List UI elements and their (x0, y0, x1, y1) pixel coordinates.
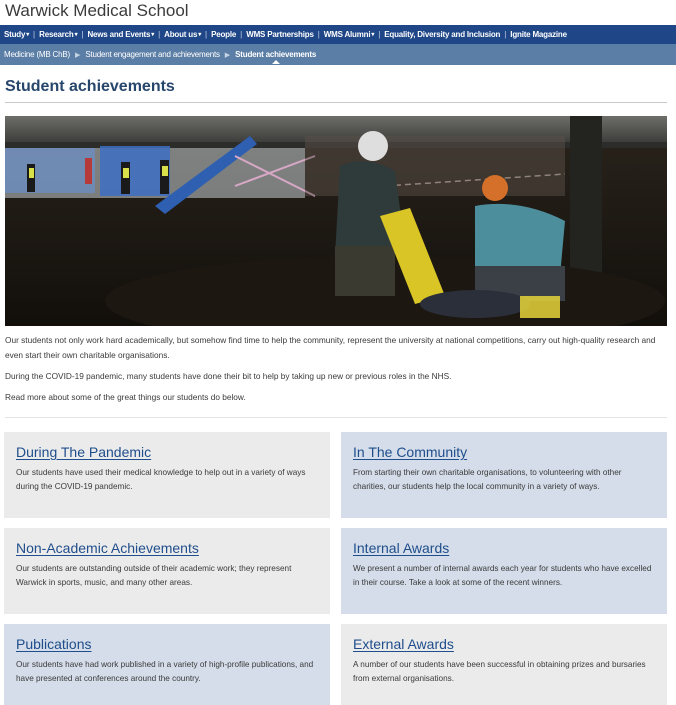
nav-item-ignite-magazine[interactable]: Ignite Magazine (510, 30, 567, 39)
chevron-down-icon: ▾ (198, 32, 202, 38)
nav-divider: | (504, 30, 507, 39)
card-title-link[interactable]: External Awards (353, 636, 454, 652)
current-page-pointer (271, 60, 280, 64)
card-publications[interactable]: Publications Our students have had work … (4, 624, 330, 705)
hero-image (5, 116, 667, 326)
nav-item-study[interactable]: Study▾ (4, 30, 29, 39)
card-description: Our students have used their medical kno… (16, 468, 306, 491)
intro-paragraph: During the COVID-19 pandemic, many stude… (5, 371, 452, 381)
chevron-right-icon: ▶ (74, 51, 81, 59)
card-description: We present a number of internal awards e… (353, 564, 652, 587)
intro-paragraph: Our students not only work hard academic… (5, 335, 656, 360)
card-title-link[interactable]: During The Pandemic (16, 444, 151, 460)
hero-photo-rescue-scene (5, 116, 667, 326)
nav-item-people[interactable]: People (211, 30, 236, 39)
breadcrumb: Medicine (MB ChB) ▶ Student engagement a… (0, 44, 676, 65)
card-title-link[interactable]: In The Community (353, 444, 467, 460)
title-divider (5, 102, 667, 103)
nav-item-wms-alumni[interactable]: WMS Alumni▾ (324, 30, 375, 39)
chevron-right-icon: ▶ (224, 51, 231, 59)
card-title-link[interactable]: Non-Academic Achievements (16, 540, 199, 556)
chevron-down-icon: ▾ (371, 32, 375, 38)
nav-divider: | (158, 30, 161, 39)
intro-text: Our students not only work hard academic… (5, 333, 667, 411)
nav-divider: | (378, 30, 381, 39)
nav-item-wms-partnerships[interactable]: WMS Partnerships (246, 30, 314, 39)
chevron-down-icon: ▾ (26, 32, 30, 38)
nav-item-research[interactable]: Research▾ (39, 30, 77, 39)
card-description: From starting their own charitable organ… (353, 468, 622, 491)
nav-divider: | (81, 30, 84, 39)
card-title-link[interactable]: Publications (16, 636, 92, 652)
card-external-awards[interactable]: External Awards A number of our students… (341, 624, 667, 705)
card-internal-awards[interactable]: Internal Awards We present a number of i… (341, 528, 667, 614)
breadcrumb-item-medicine[interactable]: Medicine (MB ChB) (4, 50, 70, 59)
card-during-the-pandemic[interactable]: During The Pandemic Our students have us… (4, 432, 330, 518)
page-title: Student achievements (5, 78, 175, 95)
nav-item-news-and-events[interactable]: News and Events▾ (87, 30, 154, 39)
chevron-down-icon: ▾ (151, 32, 155, 38)
breadcrumb-item-current: Student achievements (235, 50, 316, 64)
card-in-the-community[interactable]: In The Community From starting their own… (341, 432, 667, 518)
intro-paragraph: Read more about some of the great things… (5, 392, 246, 402)
nav-divider: | (317, 30, 320, 39)
nav-divider: | (33, 30, 36, 39)
section-divider (5, 417, 667, 418)
card-description: A number of our students have been succe… (353, 660, 646, 683)
breadcrumb-item-student-engagement[interactable]: Student engagement and achievements (85, 50, 220, 59)
card-non-academic-achievements[interactable]: Non-Academic Achievements Our students a… (4, 528, 330, 614)
site-title[interactable]: Warwick Medical School (5, 0, 189, 24)
nav-item-equality-diversity-inclusion[interactable]: Equality, Diversity and Inclusion (384, 30, 500, 39)
nav-divider: | (240, 30, 243, 39)
card-title-link[interactable]: Internal Awards (353, 540, 449, 556)
chevron-down-icon: ▾ (74, 32, 78, 38)
nav-divider: | (205, 30, 208, 39)
card-description: Our students are outstanding outside of … (16, 564, 292, 587)
nav-item-about-us[interactable]: About us▾ (164, 30, 201, 39)
card-description: Our students have had work published in … (16, 660, 314, 683)
main-nav: Study▾ | Research▾ | News and Events▾ | … (0, 25, 676, 44)
